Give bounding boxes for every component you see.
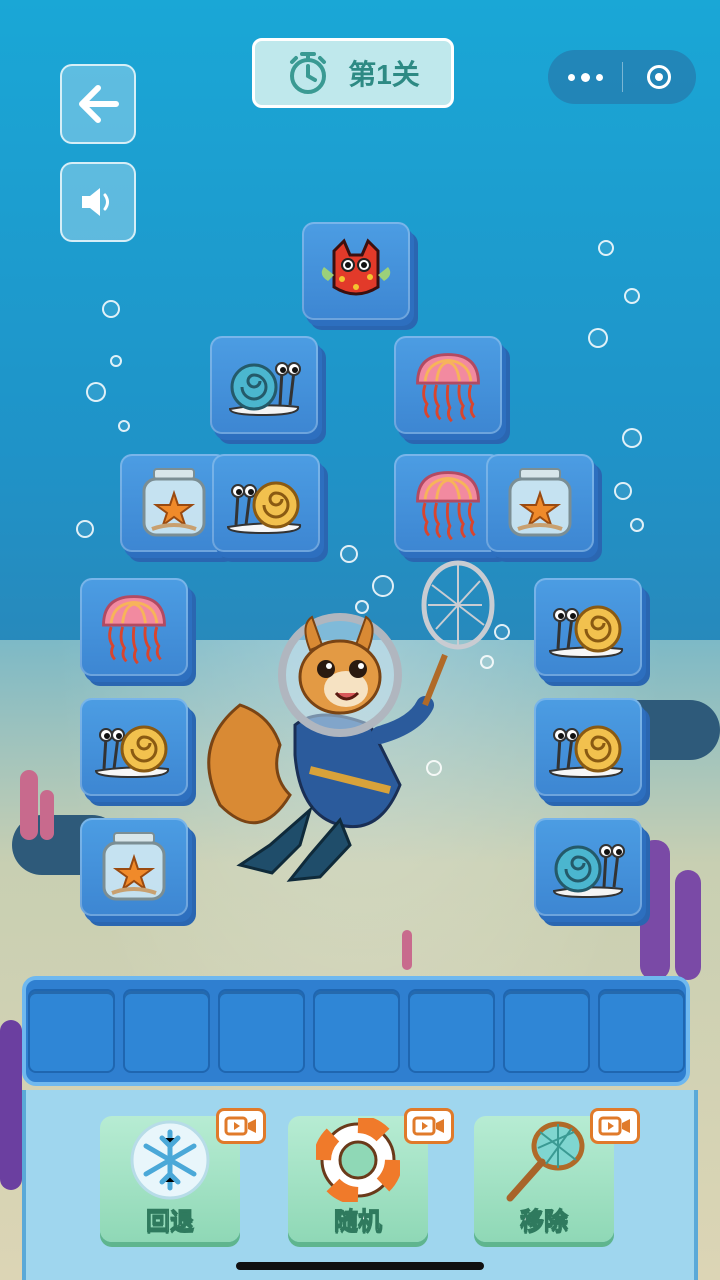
bubble (630, 518, 644, 532)
tile-yellow-snail[interactable] (212, 454, 320, 552)
remove-button[interactable]: 移除 (474, 1108, 640, 1242)
bubble (86, 382, 106, 402)
level-indicator: 第1关 (252, 38, 454, 108)
jellyfish-icon (416, 353, 480, 423)
squirrel-diver-mascot (207, 560, 495, 882)
yellow-snail-icon (94, 725, 170, 779)
jellyfish-icon (416, 471, 480, 541)
more-dots-icon[interactable] (548, 72, 622, 82)
coral (675, 870, 701, 980)
sound-button[interactable] (60, 162, 136, 242)
arrow-left-icon (79, 85, 119, 123)
tray-slot (27, 989, 115, 1073)
coral (40, 790, 54, 840)
starfish-jar-icon (142, 467, 206, 537)
tray-slot (502, 989, 590, 1073)
tile-yellow-snail[interactable] (80, 698, 188, 796)
undo-label: 回退 (146, 1208, 195, 1236)
tile-blue-snail[interactable] (210, 336, 318, 434)
level-label: 第1关 (348, 59, 420, 90)
snowflake-icon (130, 1120, 210, 1200)
tray-slot (407, 989, 495, 1073)
tile-yellow-snail[interactable] (534, 578, 642, 676)
video-icon (590, 1108, 640, 1144)
speaker-icon (82, 188, 109, 216)
tile-starfish-jar[interactable] (80, 818, 188, 916)
yellow-snail-icon (548, 725, 624, 779)
bubble (624, 288, 640, 304)
tray-slot (597, 989, 685, 1073)
tile-yellow-snail[interactable] (534, 698, 642, 796)
tile-starfish-jar[interactable] (486, 454, 594, 552)
remove-label: 移除 (520, 1208, 569, 1236)
video-icon (404, 1108, 454, 1144)
tray-slot (217, 989, 305, 1073)
close-program-button[interactable] (623, 65, 695, 89)
video-icon (216, 1108, 266, 1144)
yellow-snail-icon (226, 481, 302, 535)
target-circle-icon (647, 65, 671, 89)
tile-jellyfish[interactable] (394, 336, 502, 434)
lifebuoy-icon (316, 1118, 400, 1202)
tile-red-fish[interactable] (302, 222, 410, 320)
slot-tray (22, 976, 690, 1086)
red-fish-icon (320, 239, 392, 296)
bubble (102, 300, 120, 318)
bubble (76, 520, 94, 538)
coral (402, 930, 412, 970)
stopwatch-icon (290, 52, 327, 94)
starfish-jar-icon (508, 467, 572, 537)
yellow-snail-icon (548, 605, 624, 659)
jellyfish-icon (102, 595, 166, 665)
bubble (622, 428, 642, 448)
blue-snail-icon (228, 361, 302, 417)
bubble (110, 355, 122, 367)
mini-program-capsule (548, 50, 696, 104)
shuffle-button[interactable]: 随机 (288, 1108, 454, 1242)
blue-snail-icon (552, 843, 626, 899)
starfish-jar-icon (102, 831, 166, 901)
net-icon (506, 1121, 585, 1202)
coral (0, 1020, 22, 1190)
back-button[interactable] (60, 64, 136, 144)
tray-slot (122, 989, 210, 1073)
tray-slot (312, 989, 400, 1073)
bubble (598, 240, 614, 256)
home-indicator (236, 1262, 484, 1270)
tile-jellyfish[interactable] (80, 578, 188, 676)
shuffle-label: 随机 (334, 1208, 383, 1236)
bubble (614, 482, 632, 500)
bubble (118, 420, 130, 432)
bubble (588, 328, 608, 348)
coral (20, 770, 38, 840)
coral (640, 840, 670, 980)
tile-blue-snail[interactable] (534, 818, 642, 916)
undo-button[interactable]: 回退 (100, 1108, 266, 1242)
